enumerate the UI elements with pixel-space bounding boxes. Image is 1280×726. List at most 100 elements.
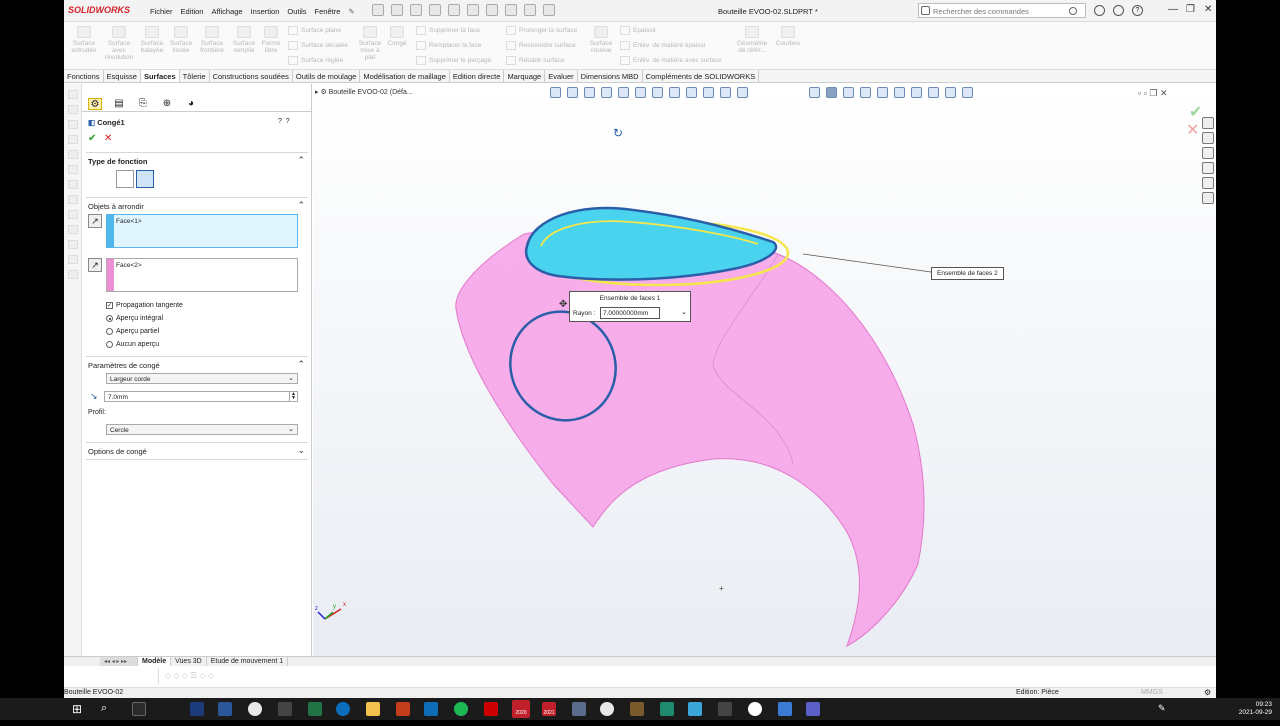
cortana-icon[interactable] (688, 702, 702, 716)
radius-input[interactable]: 7.00000000mm (600, 307, 660, 319)
remote-desktop-icon[interactable] (572, 702, 586, 716)
face-set-2-list[interactable]: Face<2> (106, 258, 298, 292)
ribbon-surface-mise-a-plat[interactable]: Surface mise à plat (356, 26, 384, 61)
face-fillet-button[interactable] (136, 170, 154, 188)
ribbon-surface-lissee[interactable]: Surface lissée (168, 26, 194, 54)
ribbon-surface-balayee[interactable]: Surface balayée (138, 26, 166, 54)
preview-partial-radio[interactable]: Aperçu partiel (106, 328, 159, 335)
tab-modelisation-maillage[interactable]: Modélisation de maillage (360, 70, 450, 82)
open-icon[interactable] (410, 4, 422, 16)
tab-surfaces[interactable]: Surfaces (140, 70, 180, 82)
bottle-surface-body[interactable] (455, 225, 925, 648)
strip-tool-icon[interactable] (67, 135, 78, 144)
expand-icon[interactable]: ⌄ (297, 445, 305, 456)
clock[interactable]: 09:23 2021-09-29 (1239, 701, 1272, 717)
ribbon-conge[interactable]: Congé (386, 26, 408, 47)
custom-properties-icon[interactable] (1202, 192, 1214, 204)
edge-icon[interactable] (336, 702, 350, 716)
tab-complements[interactable]: Compléments de SOLIDWORKS (643, 70, 760, 82)
settings-icon[interactable] (718, 702, 732, 716)
tab-esquisse[interactable]: Esquisse (104, 70, 141, 82)
ribbon-supprimer-percage[interactable]: Supprimer le perçage (416, 56, 491, 65)
menu-insertion[interactable]: Insertion (251, 7, 280, 16)
preview-full-radio[interactable]: Aperçu intégral (106, 315, 163, 322)
ribbon-surface-extrudee[interactable]: Surface extrudée (70, 26, 98, 54)
strip-tool-icon[interactable] (67, 210, 78, 219)
menu-outils[interactable]: Outils (287, 7, 306, 16)
search-icon[interactable] (1069, 7, 1077, 15)
acrobat-icon[interactable] (132, 702, 146, 716)
tab-etude-mouvement[interactable]: Etude de mouvement 1 (207, 657, 289, 666)
strip-tool-icon[interactable] (67, 180, 78, 189)
ok-button[interactable]: ✔ (88, 133, 96, 144)
rebuild-icon[interactable] (505, 4, 517, 16)
status-settings-icon[interactable]: ⚙ (1204, 688, 1211, 697)
autocad-icon[interactable] (484, 702, 498, 716)
strip-tool-icon[interactable] (67, 165, 78, 174)
tab-outils-moulage[interactable]: Outils de moulage (293, 70, 361, 82)
tab-edition-directe[interactable]: Edition directe (450, 70, 505, 82)
ribbon-restreindre-surface[interactable]: Restreindre surface (506, 41, 576, 50)
ribbon-surface-revolution[interactable]: Surface avec révolution (102, 26, 136, 61)
property-manager-tab-icon[interactable]: ▤ (112, 98, 126, 110)
select-icon[interactable] (486, 4, 498, 16)
strip-tool-icon[interactable] (67, 120, 78, 129)
section-objets-arrondir[interactable]: Objets à arrondir (88, 202, 144, 211)
ribbon-enlev-surface[interactable]: Enlèv. de matière avec surface (620, 56, 722, 65)
menu-fenetre[interactable]: Fenêtre (315, 7, 341, 16)
print-icon[interactable] (448, 4, 460, 16)
help-icon[interactable]: ? (286, 118, 290, 125)
ribbon-retablir-surface[interactable]: Rétablir surface (506, 56, 565, 65)
chrome-icon[interactable] (248, 702, 262, 716)
word-icon[interactable] (218, 702, 232, 716)
ribbon-prolonger-surface[interactable]: Prolonger la surface (506, 26, 577, 35)
tab-fonctions[interactable]: Fonctions (64, 70, 104, 82)
display-manager-tab-icon[interactable]: ◕ (184, 98, 198, 110)
section-type-fonction[interactable]: Type de fonction (88, 157, 147, 166)
file-properties-icon[interactable] (524, 4, 536, 16)
tab-marquage[interactable]: Marquage (504, 70, 546, 82)
ribbon-courbes[interactable]: Courbes (774, 26, 802, 47)
graphics-area[interactable]: ▸ ⚙ Bouteille EVOO-02 (Défa... ▫ ▫ ❐ ✕ ✔… (313, 84, 1216, 656)
command-search-input[interactable]: Rechercher des commandes (918, 3, 1086, 18)
distance-input[interactable]: 7.0mm ▲ ▼ (104, 391, 298, 402)
file-explorer-icon[interactable] (1202, 147, 1214, 159)
powerpoint-icon[interactable] (396, 702, 410, 716)
strip-tool-icon[interactable] (67, 150, 78, 159)
app-icon[interactable] (630, 702, 644, 716)
profile-select[interactable]: Cercle ⌄ (106, 424, 298, 435)
edge-dev-icon[interactable] (660, 702, 674, 716)
windows-start-icon[interactable]: ⊞ (72, 702, 86, 716)
file-explorer-icon[interactable] (366, 702, 380, 716)
tab-vues-3d[interactable]: Vues 3D (171, 657, 207, 666)
strip-tool-icon[interactable] (67, 240, 78, 249)
units-selector[interactable]: MMGS (1141, 689, 1163, 696)
cancel-button[interactable]: ✕ (104, 133, 112, 144)
maximize-button[interactable]: ❐ (1186, 4, 1195, 15)
user-icon[interactable] (1094, 5, 1105, 16)
pen-tray-icon[interactable]: ✎ (1158, 703, 1166, 714)
pen-app-icon[interactable] (778, 702, 792, 716)
spotify-icon[interactable] (454, 702, 468, 716)
help-icon[interactable]: ? (1132, 5, 1143, 16)
menu-edition[interactable]: Edition (181, 7, 204, 16)
pin-icon[interactable]: ✎ (348, 7, 354, 16)
lightbulb-icon[interactable] (1113, 5, 1124, 16)
collapse-icon[interactable]: ⌃ (297, 155, 305, 166)
face-set-2-pick-icon[interactable]: ↗ (88, 258, 102, 272)
strip-tool-icon[interactable] (67, 90, 78, 99)
ribbon-surface-plane[interactable]: Surface plane (288, 26, 341, 35)
tab-dimensions-mbd[interactable]: Dimensions MBD (578, 70, 643, 82)
chrome-profile-icon[interactable] (600, 702, 614, 716)
tab-modele[interactable]: Modèle (138, 657, 172, 666)
options-gear-icon[interactable] (543, 4, 555, 16)
tab-constructions-soudees[interactable]: Constructions soudées (210, 70, 293, 82)
ribbon-surface-frontiere[interactable]: Surface frontière (196, 26, 228, 54)
strip-tool-icon[interactable] (67, 255, 78, 264)
ribbon-remplacer-face[interactable]: Remplacer la face (416, 41, 481, 50)
ribbon-surface-couvue[interactable]: Surface couvue (588, 26, 614, 54)
propagation-checkbox[interactable]: ✓ Propagation tangente (106, 302, 183, 309)
face-set-1-callout[interactable]: Ensemble de faces 1 Rayon : 7.00000000mm… (569, 291, 691, 322)
ribbon-forme-libre[interactable]: Forme libre (260, 26, 282, 54)
home-icon[interactable] (1202, 117, 1214, 129)
